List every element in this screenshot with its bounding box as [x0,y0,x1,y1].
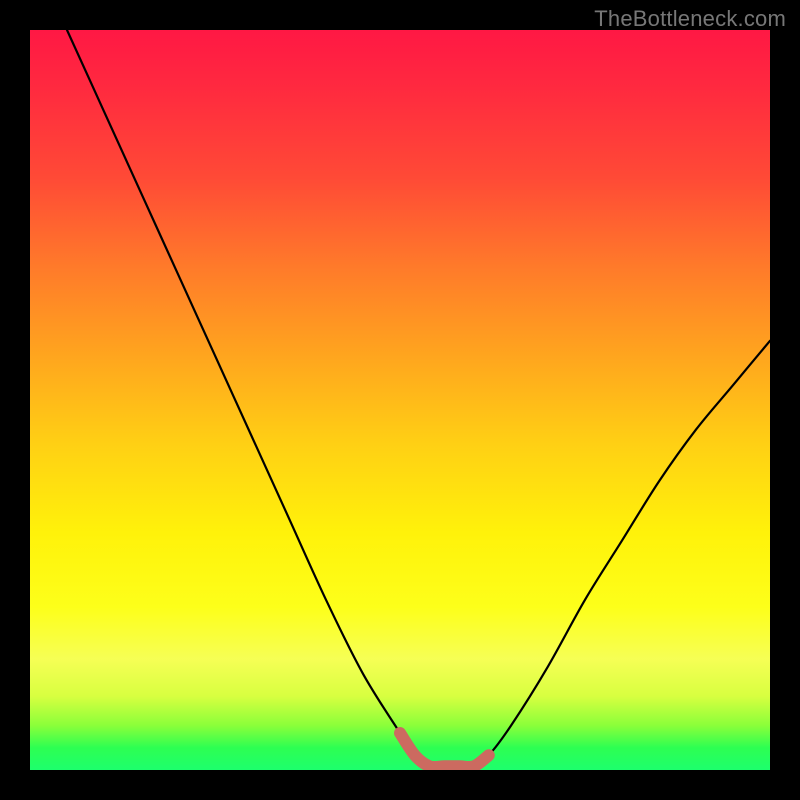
curves-svg [30,30,770,770]
chart-frame: TheBottleneck.com [0,0,800,800]
optimal-band [400,733,489,767]
watermark-text: TheBottleneck.com [594,6,786,32]
plot-area [30,30,770,770]
bottleneck-curve [67,30,770,767]
